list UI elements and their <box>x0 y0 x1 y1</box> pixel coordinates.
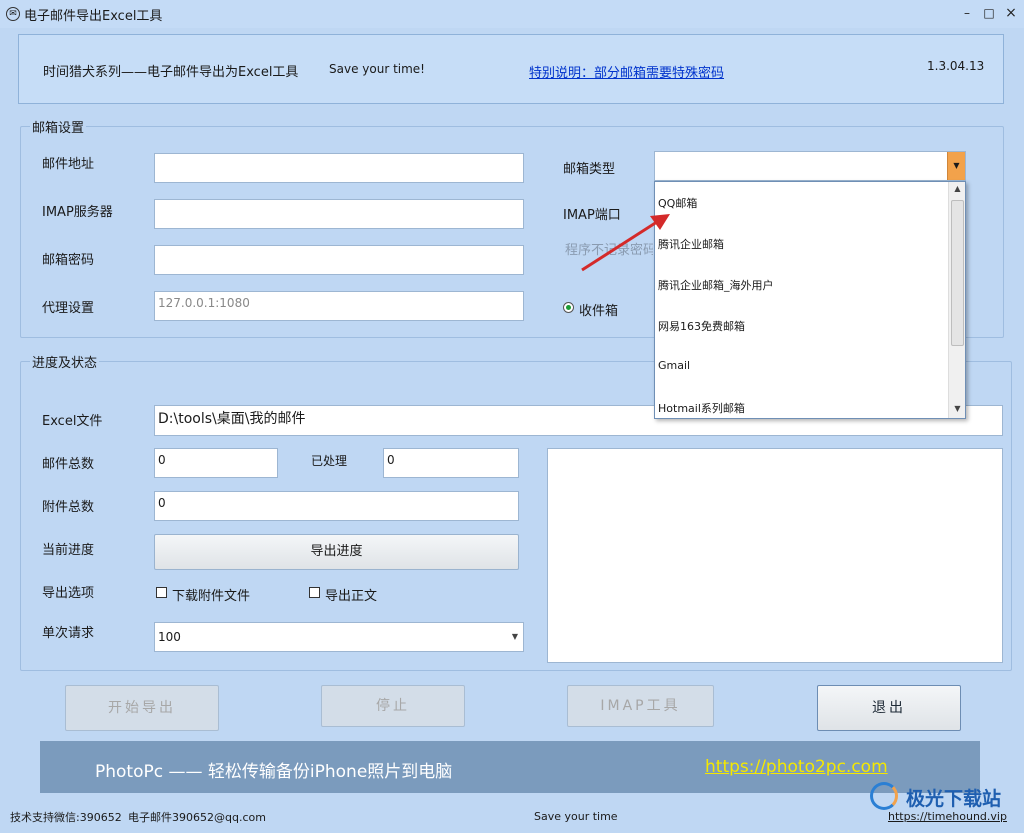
dropdown-option-tencent-enterprise[interactable]: 腾讯企业邮箱 <box>658 236 946 252</box>
inbox-label: 收件箱 <box>579 304 619 319</box>
attachments-label: 附件总数 <box>42 500 95 515</box>
password-label: 邮箱密码 <box>42 253 95 268</box>
status-bar: 技术支持微信:390652 电子邮件390652@qq.com Save you… <box>0 804 1024 833</box>
support-wechat: 技术支持微信:390652 <box>10 811 122 824</box>
dropdown-scrollbar[interactable]: ▲ ▼ <box>948 182 965 418</box>
inbox-radio[interactable] <box>563 302 574 313</box>
watermark-logo-icon <box>870 782 898 810</box>
notice-link[interactable]: 特别说明：部分邮箱需要特殊密码 <box>529 62 724 81</box>
dropdown-option-gmail[interactable]: Gmail <box>658 359 946 372</box>
mailbox-type-label: 邮箱类型 <box>563 162 616 177</box>
email-field[interactable] <box>154 153 524 183</box>
start-export-button[interactable]: 开始导出 <box>65 685 219 731</box>
progress-legend: 进度及状态 <box>30 352 100 371</box>
per-request-value: 100 <box>158 630 181 644</box>
excel-file-label: Excel文件 <box>42 414 103 429</box>
minimize-button[interactable]: – <box>956 4 978 22</box>
processed-label: 已处理 <box>311 454 348 468</box>
dropdown-option-qq[interactable]: QQ邮箱 <box>658 195 946 211</box>
export-body-label: 导出正文 <box>325 589 378 604</box>
imap-server-field[interactable] <box>154 199 524 229</box>
per-request-label: 单次请求 <box>42 626 95 641</box>
window-title: 电子邮件导出Excel工具 <box>24 9 163 24</box>
banner-text: PhotoPc —— 轻松传输备份iPhone照片到电脑 <box>95 762 453 782</box>
banner-link[interactable]: https://photo2pc.com <box>705 757 888 777</box>
attachments-field[interactable]: 0 <box>154 491 519 521</box>
red-arrow-icon <box>581 214 670 272</box>
status-slogan: Save your time <box>534 810 618 823</box>
dropdown-option-163[interactable]: 网易163免费邮箱 <box>658 318 946 334</box>
email-label: 邮件地址 <box>42 157 95 172</box>
support-email: 电子邮件390652@qq.com <box>128 811 266 824</box>
mailbox-type-select[interactable]: ▼ <box>654 151 966 181</box>
promo-banner[interactable]: PhotoPc —— 轻松传输备份iPhone照片到电脑 https://pho… <box>40 741 980 793</box>
mailbox-type-dropdown[interactable]: QQ邮箱 腾讯企业邮箱 腾讯企业邮箱_海外用户 网易163免费邮箱 Gmail … <box>654 181 966 419</box>
progress-bar[interactable]: 导出进度 <box>154 534 519 570</box>
log-textarea[interactable] <box>547 448 1003 663</box>
mail-app-icon: ✉ <box>6 7 20 21</box>
maximize-button[interactable]: □ <box>978 4 1000 22</box>
imap-tool-button[interactable]: IMAP工具 <box>567 685 714 727</box>
header-panel: 时间猎犬系列——电子邮件导出为Excel工具 Save your time! 特… <box>18 34 1004 104</box>
scroll-up-icon[interactable]: ▲ <box>949 184 966 193</box>
series-title: 时间猎犬系列——电子邮件导出为Excel工具 <box>43 65 299 80</box>
chevron-down-icon[interactable]: ▼ <box>507 623 523 651</box>
dropdown-option-tencent-enterprise-overseas[interactable]: 腾讯企业邮箱_海外用户 <box>658 277 946 293</box>
imap-server-label: IMAP服务器 <box>42 205 113 220</box>
version-label: 1.3.04.13 <box>927 59 985 73</box>
header-slogan: Save your time! <box>329 62 425 76</box>
title-bar[interactable]: ✉ 电子邮件导出Excel工具 – □ × <box>0 0 1024 28</box>
download-attachments-checkbox[interactable] <box>156 587 167 598</box>
password-field[interactable] <box>154 245 524 275</box>
total-mail-field[interactable]: 0 <box>154 448 278 478</box>
processed-field[interactable]: 0 <box>383 448 519 478</box>
export-options-label: 导出选项 <box>42 586 95 601</box>
dropdown-option-hotmail[interactable]: Hotmail系列邮箱 <box>658 400 946 416</box>
download-attachments-label: 下载附件文件 <box>172 589 251 604</box>
stop-button[interactable]: 停止 <box>321 685 465 727</box>
export-body-checkbox[interactable] <box>309 587 320 598</box>
proxy-label: 代理设置 <box>42 301 95 316</box>
per-request-select[interactable]: 100 ▼ <box>154 622 524 652</box>
close-button[interactable]: × <box>1000 4 1022 22</box>
proxy-field[interactable]: 127.0.0.1:1080 <box>154 291 524 321</box>
site-link[interactable]: https://timehound.vip <box>888 810 1007 823</box>
current-progress-label: 当前进度 <box>42 543 95 558</box>
total-mail-label: 邮件总数 <box>42 457 95 472</box>
mailbox-settings-legend: 邮箱设置 <box>30 117 87 136</box>
scroll-down-icon[interactable]: ▼ <box>949 404 966 413</box>
scroll-thumb[interactable] <box>951 200 964 346</box>
exit-button[interactable]: 退出 <box>817 685 961 731</box>
chevron-down-icon[interactable]: ▼ <box>947 152 965 180</box>
watermark-text: 极光下载站 <box>906 788 1002 810</box>
